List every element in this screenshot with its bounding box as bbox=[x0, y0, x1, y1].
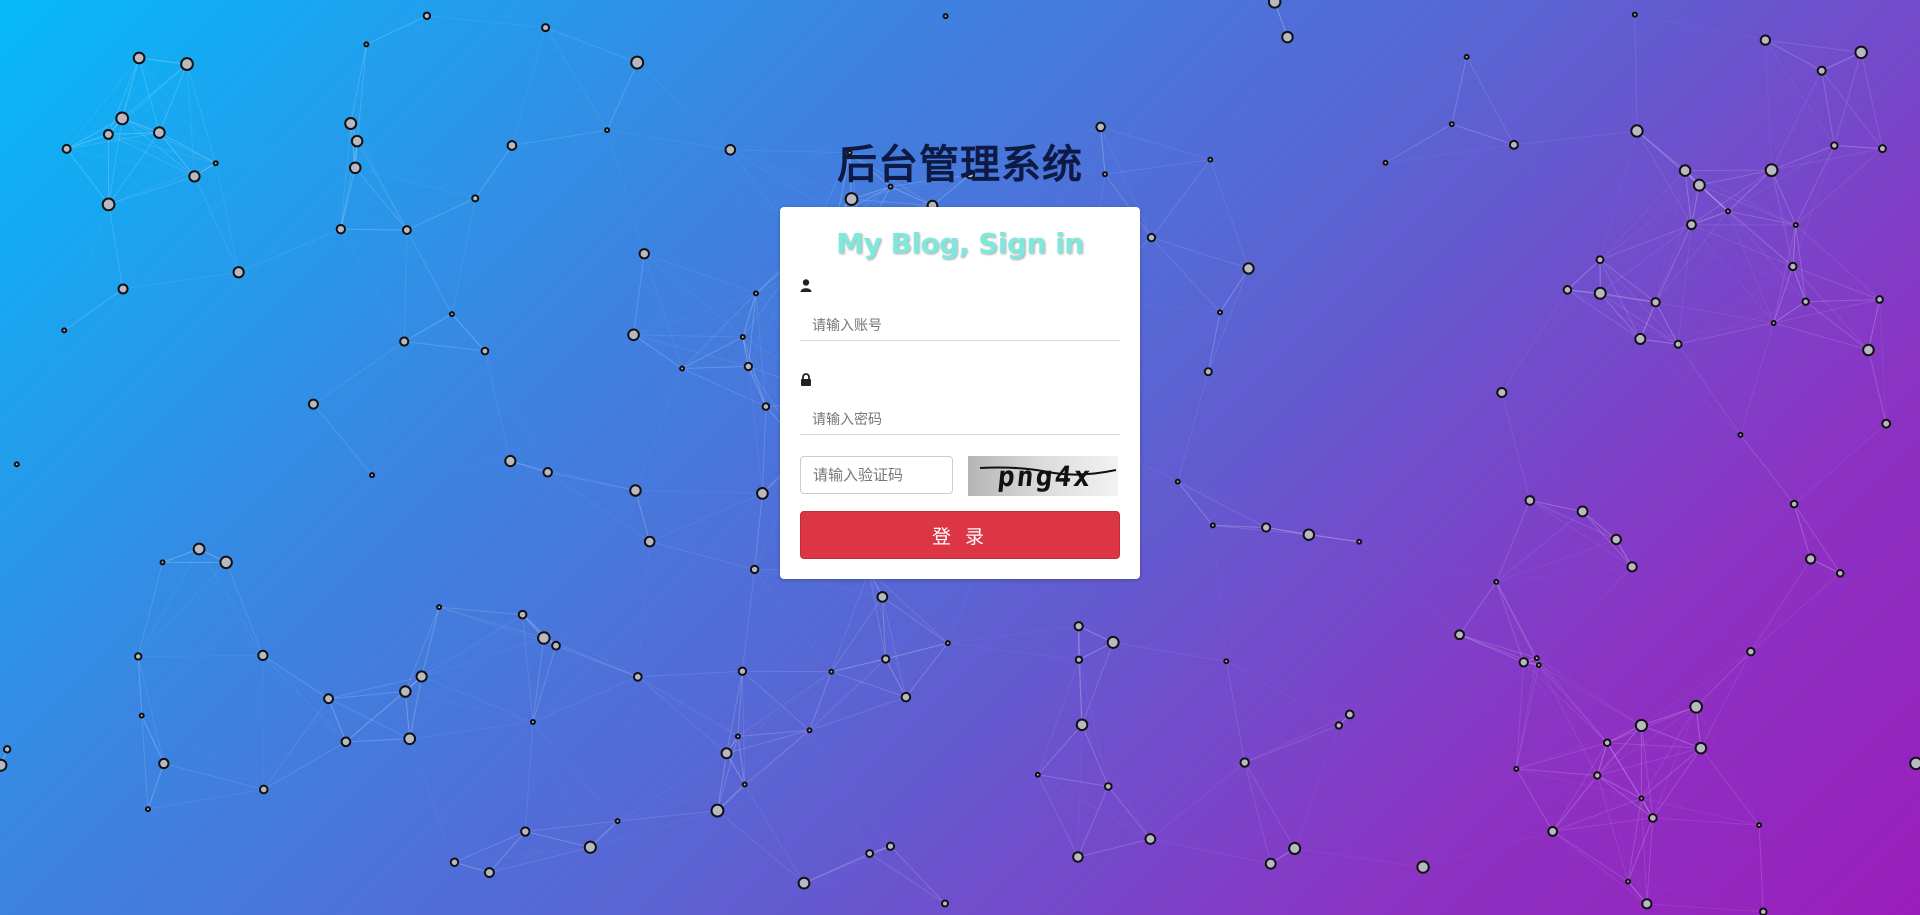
captcha-text: png4x bbox=[996, 460, 1095, 493]
captcha-image[interactable]: png4x bbox=[968, 456, 1118, 496]
password-input[interactable] bbox=[800, 403, 1120, 435]
login-card: My Blog, Sign in png4x 登 录 bbox=[780, 207, 1140, 579]
login-heading: My Blog, Sign in bbox=[836, 227, 1084, 260]
captcha-input[interactable] bbox=[800, 456, 953, 494]
login-button[interactable]: 登 录 bbox=[800, 511, 1120, 559]
page-title: 后台管理系统 bbox=[837, 142, 1083, 188]
account-input[interactable] bbox=[800, 309, 1120, 341]
lock-icon bbox=[801, 373, 811, 386]
user-icon bbox=[800, 279, 812, 292]
